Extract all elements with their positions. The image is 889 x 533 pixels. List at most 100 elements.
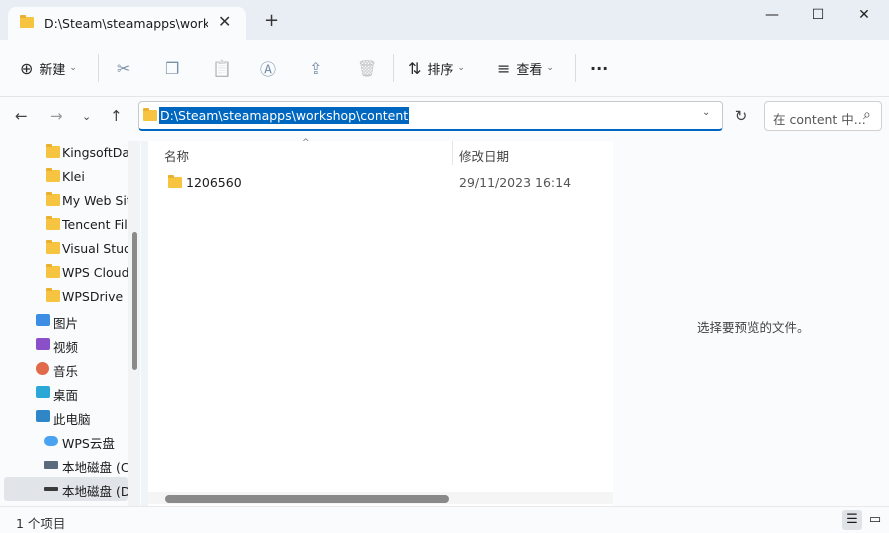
drive-icon (44, 461, 58, 469)
cut-button[interactable]: ✂ (117, 40, 130, 96)
chevron-down-icon: ⌄ (546, 63, 554, 73)
trash-icon: 🗑 (357, 58, 378, 78)
table-row[interactable]: 1206560 29/11/2023 16:14 (156, 171, 596, 193)
view-button[interactable]: ≡ 查看 ⌄ (497, 40, 554, 96)
pictures-icon (36, 314, 50, 326)
sidebar-item-this-pc[interactable]: 此电脑 (0, 405, 128, 429)
address-path[interactable]: D:\Steam\steamapps\workshop\content (159, 107, 410, 124)
column-divider[interactable] (452, 141, 453, 165)
navigation-bar: ← → ⌄ ↑ D:\Steam\steamapps\workshop\cont… (0, 97, 889, 141)
details-view-button[interactable]: ☰ (842, 510, 862, 530)
sidebar-item-wps-cloud[interactable]: WPS Cloud (0, 261, 128, 285)
sidebar-item-wps-cloud-drive[interactable]: WPS云盘 (0, 429, 128, 453)
sidebar-item-label: 本地磁盘 (D:) (62, 484, 128, 499)
close-window-button[interactable]: ✕ (841, 4, 887, 26)
column-header-modified[interactable]: 修改日期 (459, 146, 509, 165)
chevron-down-icon[interactable]: ⌄ (702, 107, 710, 118)
item-count: 1 个项目 (16, 516, 66, 531)
sidebar-item-label: 视频 (53, 340, 79, 355)
horizontal-scroll-thumb[interactable] (165, 495, 449, 503)
sidebar-item-desktop[interactable]: 桌面 (0, 381, 128, 405)
tab-active[interactable]: D:\Steam\steamapps\worksho ✕ (8, 7, 246, 40)
more-icon: ··· (590, 58, 609, 78)
file-name: 1206560 (186, 175, 242, 190)
desktop-icon (36, 386, 50, 398)
recent-locations-button[interactable]: ⌄ (82, 110, 91, 123)
up-button[interactable]: ↑ (110, 107, 123, 125)
search-placeholder: 在 content 中... (773, 112, 866, 127)
sidebar-item-label: 音乐 (53, 364, 79, 379)
forward-button[interactable]: → (50, 107, 63, 125)
folder-icon (46, 192, 60, 206)
rename-button[interactable]: Ⓐ (260, 40, 276, 96)
chevron-down-icon: ⌄ (457, 63, 465, 73)
tab-close-icon[interactable]: ✕ (218, 12, 231, 31)
new-button[interactable]: ⊕ 新建 ⌄ (20, 40, 77, 96)
view-icon: ≡ (497, 58, 511, 78)
sort-label: 排序 (427, 62, 454, 78)
sidebar-item-drive-c[interactable]: 本地磁盘 (C:) (0, 453, 128, 477)
sidebar-item-label: 图片 (53, 316, 79, 331)
sidebar-item-drive-d[interactable]: 本地磁盘 (D:) (4, 477, 128, 501)
sidebar-scroll-thumb[interactable] (132, 232, 137, 370)
sidebar-item-tencent-files[interactable]: Tencent Files (0, 213, 128, 237)
tab-title: D:\Steam\steamapps\worksho (44, 16, 208, 31)
music-icon (36, 362, 49, 375)
search-icon[interactable]: ⌕ (863, 107, 871, 123)
sidebar-item-music[interactable]: 音乐 (0, 357, 128, 381)
sidebar-item-label: WPS云盘 (62, 436, 115, 451)
divider (98, 54, 99, 82)
chevron-down-icon: ⌄ (69, 63, 77, 73)
copy-button[interactable]: ❐ (165, 40, 179, 96)
sidebar-item-label: KingsoftData (62, 145, 128, 160)
sidebar-item-kingsoftdata[interactable]: KingsoftData (0, 141, 128, 165)
title-bar: D:\Steam\steamapps\worksho ✕ + — ☐ ✕ (0, 0, 889, 40)
folder-icon (168, 175, 182, 188)
rename-icon: Ⓐ (260, 60, 277, 79)
more-button[interactable]: ··· (590, 40, 608, 96)
folder-icon (46, 216, 60, 230)
sidebar-item-wpsdrive[interactable]: WPSDrive (0, 285, 128, 309)
maximize-button[interactable]: ☐ (795, 4, 841, 26)
cloud-icon (44, 436, 58, 446)
sidebar-item-label: 桌面 (53, 388, 79, 403)
videos-icon (36, 338, 50, 350)
view-label: 查看 (516, 62, 543, 78)
refresh-button[interactable]: ↻ (725, 100, 757, 132)
scissors-icon: ✂ (117, 58, 131, 78)
sidebar-item-klei[interactable]: Klei (0, 165, 128, 189)
sidebar-item-label: 此电脑 (53, 412, 91, 427)
sidebar-item-my-web-sites[interactable]: My Web Sites (0, 189, 128, 213)
sidebar-item-videos[interactable]: 视频 (0, 333, 128, 357)
new-tab-button[interactable]: + (264, 12, 279, 30)
tiles-view-button[interactable]: ▭ (865, 510, 885, 530)
search-box[interactable]: 在 content 中... ⌕ (764, 101, 882, 131)
delete-button[interactable]: 🗑 (357, 40, 377, 96)
sidebar-item-visual-studio[interactable]: Visual Studio (0, 237, 128, 261)
back-button[interactable]: ← (15, 107, 28, 125)
folder-icon (46, 240, 60, 254)
folder-icon (46, 264, 60, 278)
sidebar-item-label: 本地磁盘 (C:) (62, 460, 128, 475)
column-header-name[interactable]: 名称 (164, 146, 189, 165)
address-bar[interactable]: D:\Steam\steamapps\workshop\content ⌄ (138, 101, 723, 131)
folder-icon (46, 288, 60, 302)
sidebar-item-label: WPS Cloud (62, 265, 128, 280)
computer-icon (36, 410, 50, 422)
share-button[interactable]: ⇪ (309, 40, 322, 96)
copy-icon: ❐ (165, 58, 180, 78)
folder-icon (46, 168, 60, 182)
status-bar: 1 个项目 ☰ ▭ (0, 506, 889, 533)
paste-button[interactable]: 📋 (212, 40, 232, 96)
sort-button[interactable]: ⇅ 排序 ⌄ (408, 40, 465, 96)
sidebar-item-label: WPSDrive (62, 289, 124, 304)
folder-icon (143, 108, 157, 121)
folder-icon (20, 15, 34, 28)
divider (575, 54, 576, 82)
sidebar-item-pictures[interactable]: 图片 (0, 309, 128, 333)
minimize-button[interactable]: — (749, 4, 795, 26)
folder-icon (46, 144, 60, 158)
preview-pane: 选择要预览的文件。 (613, 141, 889, 506)
sidebar-item-label: Klei (62, 169, 85, 184)
sidebar-item-label: My Web Sites (62, 193, 128, 208)
